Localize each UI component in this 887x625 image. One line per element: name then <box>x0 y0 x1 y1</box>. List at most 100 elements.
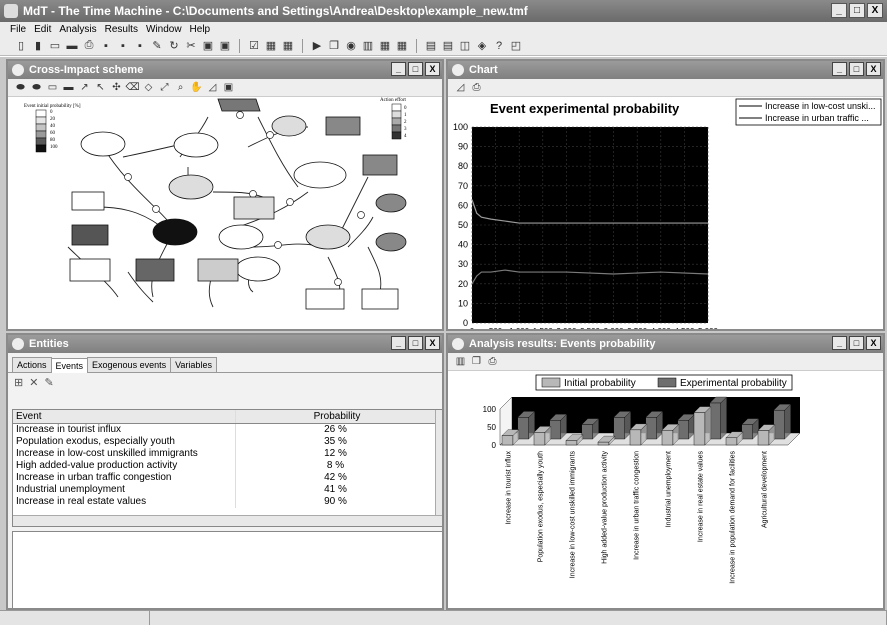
export-icon[interactable]: ▪ <box>133 39 147 53</box>
node-urban-traffic[interactable] <box>168 174 214 200</box>
table-row[interactable]: Increase in real estate values 90 % <box>13 496 442 508</box>
erase-tool-icon[interactable]: ◇ <box>142 81 155 94</box>
note-tool-icon[interactable]: ▭ <box>46 81 59 94</box>
edit-icon[interactable]: ✎ <box>150 39 164 53</box>
node-euro-dollar[interactable] <box>375 232 407 252</box>
vertical-scrollbar[interactable] <box>435 410 442 526</box>
minimize-button[interactable]: _ <box>832 336 847 350</box>
tab-variables[interactable]: Variables <box>170 357 217 372</box>
link-tool-icon[interactable]: ↗ <box>78 81 91 94</box>
chart-tool-icon[interactable]: ◿ <box>206 81 219 94</box>
preview-icon[interactable]: ◰ <box>509 39 523 53</box>
node-environmental-measures[interactable] <box>69 258 111 282</box>
add-entity-icon[interactable]: ⊞ <box>14 376 23 389</box>
chart-type-icon[interactable]: ◿ <box>454 81 467 94</box>
pointer-tool-icon[interactable]: ↖ <box>94 81 107 94</box>
table-icon[interactable]: ▦ <box>378 39 392 53</box>
minimize-button[interactable]: _ <box>832 62 847 76</box>
paste-icon[interactable]: ▣ <box>218 39 232 53</box>
close-button[interactable]: X <box>866 62 881 76</box>
ellipse-tool-icon[interactable]: ⬬ <box>14 81 27 94</box>
tab-actions[interactable]: Actions <box>12 357 52 372</box>
new-special-icon[interactable]: ▮ <box>31 39 45 53</box>
maximize-button[interactable]: □ <box>849 3 865 18</box>
table-row[interactable]: Increase in tourist influx 26 % <box>13 424 442 436</box>
open-icon[interactable]: ▭ <box>48 39 62 53</box>
delete-tool-icon[interactable]: ⌫ <box>125 81 139 94</box>
node-promotion-technologies[interactable] <box>135 258 175 282</box>
check-icon[interactable]: ☑ <box>247 39 261 53</box>
hand-tool-icon[interactable]: ✋ <box>190 81 203 94</box>
node-low-cost-immigrants[interactable] <box>293 161 347 189</box>
maximize-button[interactable]: □ <box>408 336 423 350</box>
column-header-probability[interactable]: Probability <box>235 410 435 423</box>
entity-notes-area[interactable] <box>12 531 442 608</box>
maximize-button[interactable]: □ <box>408 62 423 76</box>
maximize-button[interactable]: □ <box>849 62 864 76</box>
minimize-button[interactable]: _ <box>391 336 406 350</box>
connect-tool-icon[interactable]: ✣ <box>110 81 123 94</box>
menu-edit[interactable]: Edit <box>34 24 51 35</box>
menu-file[interactable]: File <box>10 24 26 35</box>
copy-chart-icon[interactable]: ❐ <box>470 355 483 368</box>
tab-exogenous-events[interactable]: Exogenous events <box>87 357 172 372</box>
settings-icon[interactable]: ◈ <box>475 39 489 53</box>
node-industrial-unemployment[interactable] <box>305 224 351 250</box>
cut-icon[interactable]: ✂ <box>184 39 198 53</box>
table-row[interactable]: Increase in urban traffic congestion 42 … <box>13 472 442 484</box>
save-as-icon[interactable]: ▪ <box>116 39 130 53</box>
save-icon[interactable]: ▪ <box>99 39 113 53</box>
node-startup-support[interactable] <box>305 288 345 310</box>
node-oil-crisis[interactable] <box>375 193 407 213</box>
edit-entity-icon[interactable]: ✎ <box>44 376 53 389</box>
minimize-button[interactable]: _ <box>391 62 406 76</box>
delete-entity-icon[interactable]: ✕ <box>29 376 38 389</box>
print-chart-icon[interactable]: ⎙ <box>486 355 499 368</box>
zoom-fit-tool-icon[interactable]: ⤢ <box>158 81 171 94</box>
tile-icon[interactable]: ▤ <box>441 39 455 53</box>
table-alt-icon[interactable]: ▦ <box>395 39 409 53</box>
close-button[interactable]: X <box>866 336 881 350</box>
node-population-exodus[interactable] <box>218 224 264 250</box>
node-economic-incentives[interactable] <box>197 258 239 282</box>
table-row[interactable]: High added-value production activity 8 % <box>13 460 442 472</box>
close-button[interactable]: X <box>425 336 440 350</box>
table-row[interactable]: Increase in low-cost unskilled immigrant… <box>13 448 442 460</box>
tool-icon[interactable]: ◉ <box>344 39 358 53</box>
new-icon[interactable]: ▯ <box>14 39 28 53</box>
grid-icon[interactable]: ▥ <box>361 39 375 53</box>
node-increase-demand[interactable] <box>325 116 361 136</box>
minimize-button[interactable]: _ <box>831 3 847 18</box>
node-population-demand[interactable] <box>173 132 219 158</box>
matrix-edit-icon[interactable]: ▦ <box>281 39 295 53</box>
rect-tool-icon[interactable]: ▬ <box>62 81 75 94</box>
node-high-added-value[interactable] <box>235 256 281 282</box>
tab-events[interactable]: Events <box>50 358 89 373</box>
node-investment-technologies[interactable] <box>361 288 399 310</box>
cascade-icon[interactable]: ◫ <box>458 39 472 53</box>
node-tourist-influx[interactable] <box>80 131 126 157</box>
help-icon[interactable]: ? <box>492 39 506 53</box>
node-real-estate[interactable] <box>152 218 198 246</box>
node-industrial-competition[interactable] <box>362 154 398 176</box>
windows-icon[interactable]: ❐ <box>327 39 341 53</box>
maximize-button[interactable]: □ <box>849 336 864 350</box>
refresh-icon[interactable]: ↻ <box>167 39 181 53</box>
node-ecological-flooding[interactable] <box>217 98 261 112</box>
open-folder-icon[interactable]: ▬ <box>65 39 79 53</box>
play-icon[interactable]: ▶ <box>310 39 324 53</box>
matrix-icon[interactable]: ▦ <box>264 39 278 53</box>
node-development-transport[interactable] <box>71 224 109 246</box>
ellipse-filled-tool-icon[interactable]: ⬬ <box>30 81 43 94</box>
print-icon[interactable]: ⎙ <box>82 39 96 53</box>
node-improvement-infrastructure[interactable] <box>233 196 275 220</box>
close-button[interactable]: X <box>867 3 883 18</box>
horizontal-scrollbar[interactable] <box>13 515 442 526</box>
column-header-event[interactable]: Event <box>13 410 235 423</box>
menu-help[interactable]: Help <box>190 24 211 35</box>
copy-icon[interactable]: ▣ <box>201 39 215 53</box>
menu-analysis[interactable]: Analysis <box>59 24 96 35</box>
node-agricultural[interactable] <box>271 115 307 137</box>
close-button[interactable]: X <box>425 62 440 76</box>
bar-chart-icon[interactable]: ▥ <box>454 355 467 368</box>
